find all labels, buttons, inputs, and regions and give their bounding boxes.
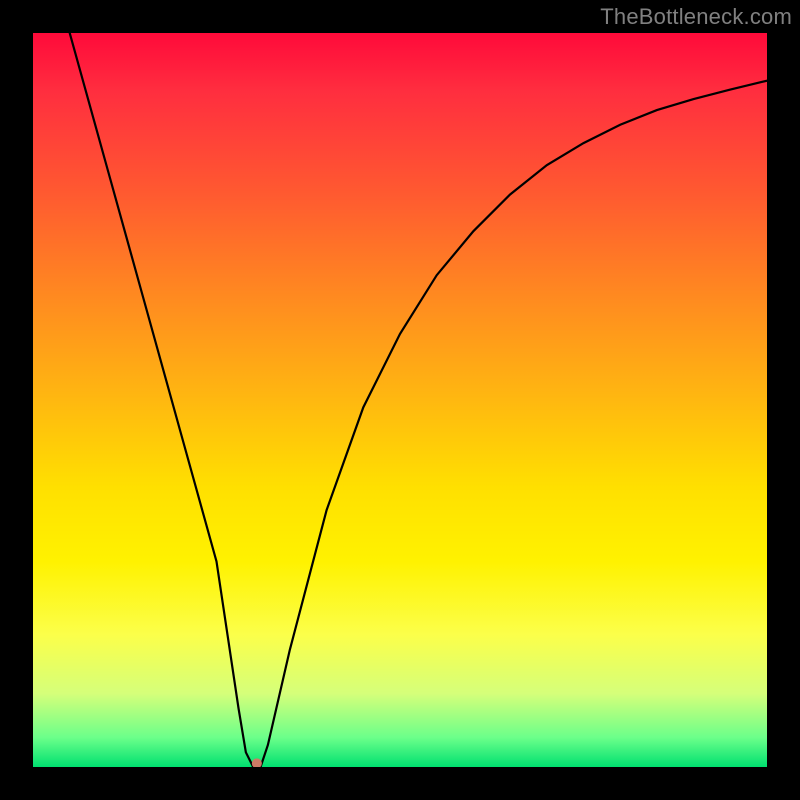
chart-frame: TheBottleneck.com — [0, 0, 800, 800]
plot-area — [33, 33, 767, 767]
optimum-marker — [252, 758, 262, 767]
watermark-text: TheBottleneck.com — [600, 4, 792, 30]
bottleneck-curve — [33, 33, 767, 767]
curve-path — [70, 33, 767, 767]
